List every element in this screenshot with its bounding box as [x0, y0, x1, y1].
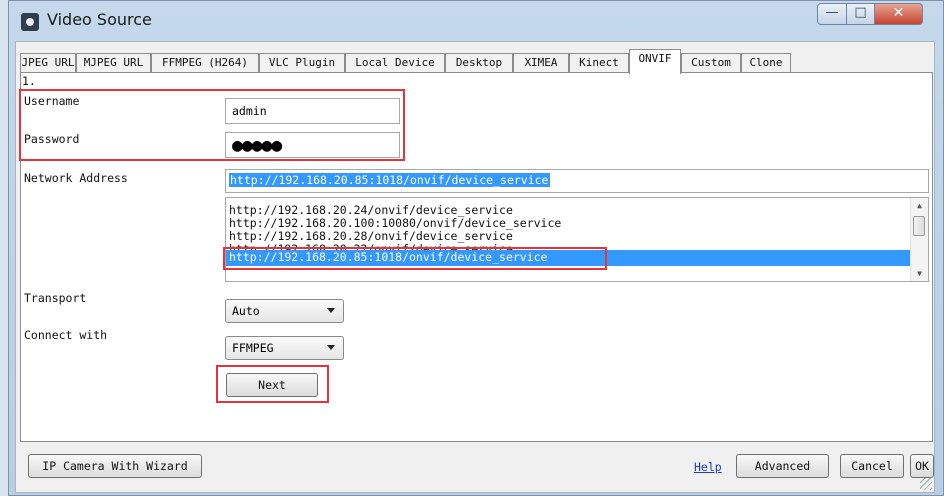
scroll-down-icon[interactable]: ▼ [911, 266, 928, 281]
close-icon: ✕ [892, 5, 905, 21]
username-label: Username [24, 94, 80, 108]
transport-label: Transport [24, 291, 87, 305]
tab-custom[interactable]: Custom [681, 53, 741, 73]
video-source-window: Video Source — □ ✕ JPEG URL MJPEG URL FF… [8, 0, 944, 496]
minimize-icon: — [825, 5, 839, 20]
scroll-thumb[interactable] [913, 216, 925, 236]
next-button[interactable]: Next [226, 373, 318, 397]
transport-value: Auto [232, 304, 260, 318]
tab-vlc-plugin[interactable]: VLC Plugin [259, 53, 345, 73]
maximize-button[interactable]: □ [847, 3, 875, 25]
address-listbox[interactable]: http://192.168.20.24/onvif/device_servic… [225, 197, 929, 282]
maximize-icon: □ [854, 5, 867, 20]
window-title: Video Source [47, 10, 152, 29]
connect-with-select[interactable]: FFMPEG [225, 336, 344, 360]
tab-kinect[interactable]: Kinect [569, 53, 629, 73]
tab-ffmpeg-h264[interactable]: FFMPEG (H264) [151, 53, 259, 73]
list-item[interactable]: http://192.168.20.22/onvif/device_servic… [229, 243, 513, 250]
camera-icon [21, 13, 39, 31]
title-bar[interactable]: Video Source — □ ✕ [9, 1, 943, 41]
help-link[interactable]: Help [694, 460, 722, 474]
list-item-selected[interactable]: http://192.168.20.85:1018/onvif/device_s… [226, 250, 917, 266]
tab-desktop[interactable]: Desktop [445, 53, 513, 73]
password-label: Password [24, 132, 80, 146]
network-address-label: Network Address [24, 171, 128, 185]
tab-onvif[interactable]: ONVIF [629, 49, 681, 74]
scroll-up-icon[interactable]: ▲ [911, 198, 928, 213]
tab-jpeg-url[interactable]: JPEG URL [20, 53, 76, 73]
cancel-button[interactable]: Cancel [840, 454, 904, 478]
ip-camera-wizard-button[interactable]: IP Camera With Wizard [28, 454, 202, 478]
onvif-panel: 1. Username admin Password ●●●●● Network… [19, 72, 933, 442]
minimize-button[interactable]: — [817, 3, 847, 25]
username-input[interactable]: admin [225, 98, 400, 124]
network-address-value: http://192.168.20.85:1018/onvif/device_s… [229, 173, 550, 187]
tab-clone[interactable]: Clone [741, 53, 791, 73]
advanced-button[interactable]: Advanced [736, 454, 829, 478]
list-item[interactable]: http://192.168.20.28/onvif/device_servic… [229, 230, 513, 243]
transport-select[interactable]: Auto [225, 299, 344, 323]
step-label: 1. [22, 74, 36, 88]
connect-with-value: FFMPEG [232, 341, 274, 355]
resize-grip[interactable] [920, 478, 932, 490]
tab-local-device[interactable]: Local Device [345, 53, 445, 73]
chevron-down-icon [327, 308, 335, 313]
dialog-client-area: JPEG URL MJPEG URL FFMPEG (H264) VLC Plu… [15, 41, 935, 493]
ok-button[interactable]: OK [910, 454, 934, 478]
address-list-scrollbar[interactable]: ▲ ▼ [910, 198, 928, 281]
tab-ximea[interactable]: XIMEA [513, 53, 569, 73]
chevron-down-icon [327, 345, 335, 350]
close-button[interactable]: ✕ [875, 3, 923, 25]
connect-with-label: Connect with [24, 328, 108, 342]
network-address-input[interactable]: http://192.168.20.85:1018/onvif/device_s… [225, 169, 929, 193]
tab-mjpeg-url[interactable]: MJPEG URL [76, 53, 151, 73]
password-input[interactable]: ●●●●● [225, 132, 400, 158]
